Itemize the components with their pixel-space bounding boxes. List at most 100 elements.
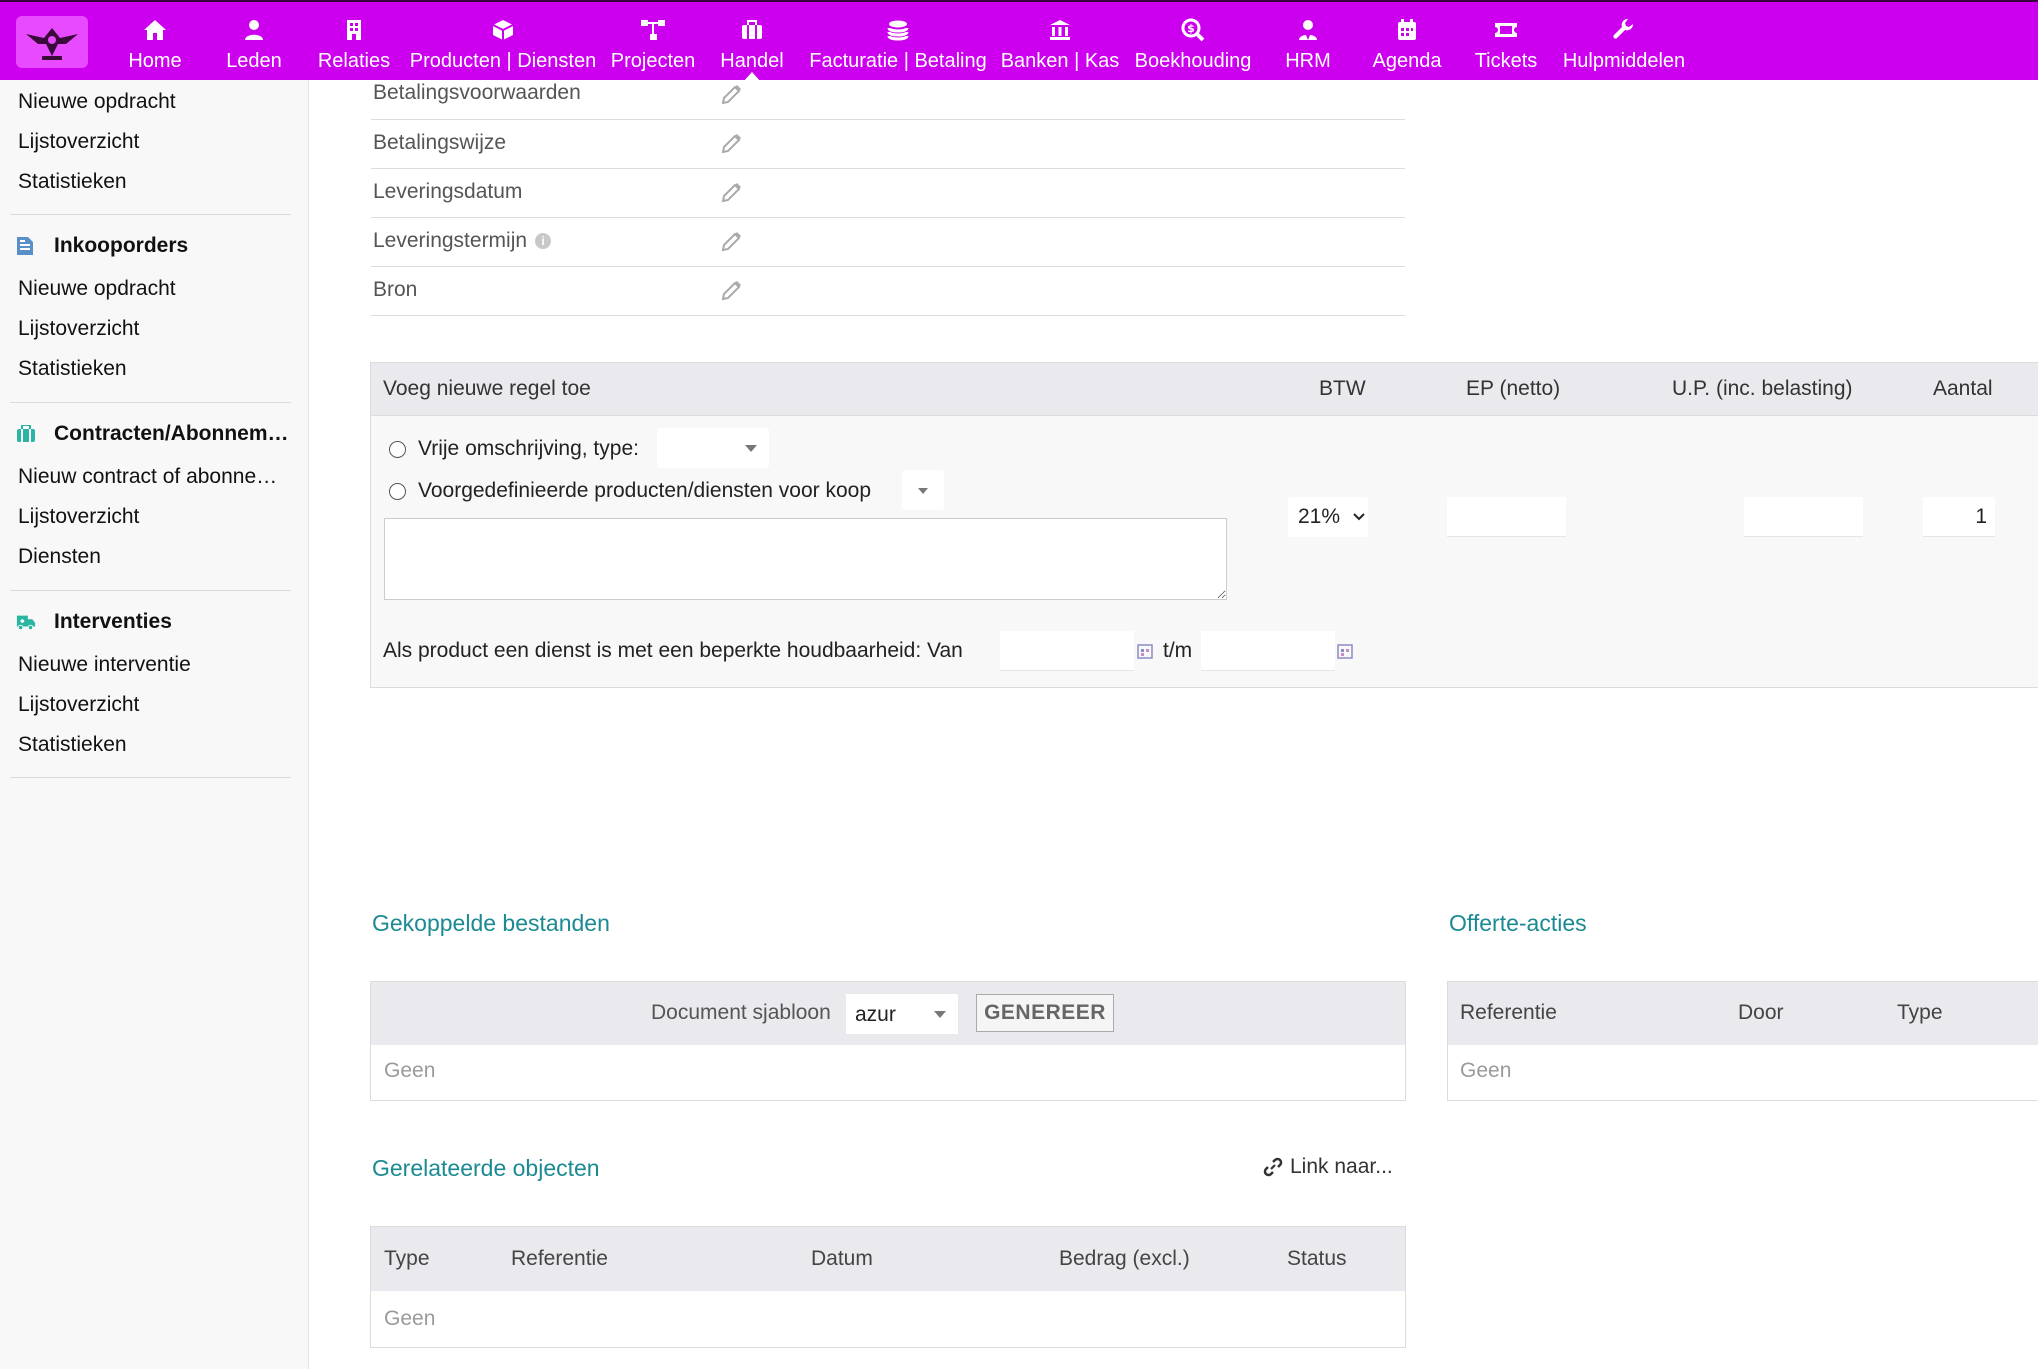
caret-down-icon xyxy=(918,488,928,494)
date-to-input[interactable] xyxy=(1201,631,1335,671)
nav-tickets[interactable]: Tickets xyxy=(1474,2,1538,80)
link-to-button[interactable]: Link naar... xyxy=(1262,1155,1393,1179)
document-icon xyxy=(16,236,36,256)
empty-state: Geen xyxy=(1460,1059,1512,1082)
sidebar-link-lijstoverzicht[interactable]: Lijstoverzicht xyxy=(18,505,290,529)
link-to-label: Link naar... xyxy=(1290,1155,1393,1178)
column-header-referentie: Referentie xyxy=(511,1247,608,1270)
eagle-logo-icon xyxy=(26,28,78,60)
product-select[interactable] xyxy=(902,470,944,510)
sidebar-link-nieuwe-opdracht[interactable]: Nieuwe opdracht xyxy=(18,277,290,301)
nav-banken-kas[interactable]: Banken | Kas xyxy=(1000,2,1120,80)
pencil-icon[interactable] xyxy=(721,132,743,159)
sidebar-link-lijstoverzicht[interactable]: Lijstoverzicht xyxy=(18,317,290,341)
nav-projecten[interactable]: Projecten xyxy=(610,2,696,80)
related-objects-header: Type Referentie Datum Bedrag (excl.) Sta… xyxy=(371,1227,1405,1291)
vat-value: 21% xyxy=(1298,505,1341,528)
template-select[interactable]: azur xyxy=(846,994,958,1034)
sidebar-section-interventies[interactable]: Interventies xyxy=(16,610,290,634)
field-row-betalingswijze: Betalingswijze xyxy=(371,120,1405,169)
calendar-icon[interactable] xyxy=(1137,643,1153,664)
generate-button[interactable]: GENEREER xyxy=(976,994,1114,1032)
calendar-icon[interactable] xyxy=(1337,643,1353,664)
field-label: Bron xyxy=(373,278,418,301)
sitemap-icon xyxy=(640,18,666,42)
briefcase-icon xyxy=(741,18,763,42)
building-icon xyxy=(345,18,363,42)
nav-leden[interactable]: Leden xyxy=(218,2,290,80)
sidebar-divider xyxy=(10,777,291,778)
period-to-label: t/m xyxy=(1163,639,1193,662)
add-line-form: Voeg nieuwe regel toe BTW EP (netto) U.P… xyxy=(370,362,2038,688)
nav-agenda[interactable]: Agenda xyxy=(1372,2,1442,80)
type-select[interactable] xyxy=(657,428,769,468)
pencil-icon[interactable] xyxy=(721,279,743,306)
sidebar-link-statistieken[interactable]: Statistieken xyxy=(18,170,290,194)
search-dollar-icon: $ xyxy=(1181,18,1205,42)
vat-select[interactable]: 21% xyxy=(1288,497,1368,537)
nav-producten-diensten[interactable]: Producten | Diensten xyxy=(410,2,596,80)
column-header-datum: Datum xyxy=(811,1247,873,1270)
quote-actions-panel: Referentie Door Type Geen xyxy=(1447,981,2038,1101)
company-logo[interactable] xyxy=(16,16,88,68)
field-label-text: Leveringstermijn xyxy=(373,229,528,252)
option-predefined-products: Voorgedefinieerde producten/diensten voo… xyxy=(389,479,871,503)
column-header-type: Type xyxy=(384,1247,430,1270)
sidebar-link-nieuwe-opdracht[interactable]: Nieuwe opdracht xyxy=(18,90,290,114)
calendar-icon xyxy=(1397,18,1417,42)
ep-netto-input[interactable] xyxy=(1447,497,1566,537)
column-header-aantal: Aantal xyxy=(1933,377,1993,400)
empty-state: Geen xyxy=(384,1059,436,1082)
related-objects-title: Gerelateerde objecten xyxy=(372,1155,600,1181)
field-row-leveringsdatum: Leveringsdatum xyxy=(371,169,1405,218)
quantity-input[interactable] xyxy=(1923,497,1995,537)
wrench-icon xyxy=(1613,18,1635,42)
nav-relaties[interactable]: Relaties xyxy=(314,2,394,80)
field-label: Leveringstermijn i xyxy=(373,229,552,253)
nav-home[interactable]: Home xyxy=(120,2,190,80)
sidebar-divider xyxy=(10,402,291,403)
up-incl-input[interactable] xyxy=(1744,497,1863,537)
ambulance-icon xyxy=(16,612,36,632)
nav-handel[interactable]: Handel xyxy=(718,2,786,82)
quote-actions-header: Referentie Door Type xyxy=(1448,982,2038,1045)
sidebar-link-diensten[interactable]: Diensten xyxy=(18,545,290,569)
info-icon[interactable]: i xyxy=(535,233,552,249)
sidebar-link-statistieken[interactable]: Statistieken xyxy=(18,733,290,757)
radio-free-description[interactable] xyxy=(389,440,406,458)
caret-down-icon xyxy=(934,1011,946,1018)
sidebar-divider xyxy=(10,590,291,591)
nav-hrm[interactable]: HRM xyxy=(1282,2,1334,80)
template-value: azur xyxy=(855,1003,896,1026)
column-header-ep: EP (netto) xyxy=(1466,377,1561,400)
pencil-icon[interactable] xyxy=(721,181,743,208)
sidebar-section-inkooporders[interactable]: Inkooporders xyxy=(16,234,290,258)
pencil-icon[interactable] xyxy=(721,83,743,110)
sidebar-link-nieuwe-interventie[interactable]: Nieuwe interventie xyxy=(18,653,290,677)
nav-facturatie-betaling[interactable]: Facturatie | Betaling xyxy=(808,2,988,80)
column-header-bedrag: Bedrag (excl.) xyxy=(1059,1247,1190,1270)
column-header-door: Door xyxy=(1738,1001,1784,1024)
field-label: Leveringsdatum xyxy=(373,180,523,203)
option-free-description: Vrije omschrijving, type: xyxy=(389,437,639,461)
option-free-label: Vrije omschrijving, type: xyxy=(418,437,639,460)
column-header-type: Type xyxy=(1897,1001,1943,1024)
date-from-input[interactable] xyxy=(1000,631,1134,671)
sidebar-link-statistieken[interactable]: Statistieken xyxy=(18,357,290,381)
linked-files-header: Document sjabloon azur GENEREER xyxy=(371,982,1405,1045)
pencil-icon[interactable] xyxy=(721,230,743,257)
period-label: Als product een dienst is met een beperk… xyxy=(383,639,963,662)
sidebar: Nieuwe opdracht Lijstoverzicht Statistie… xyxy=(0,80,309,1369)
sidebar-link-nieuw-contract[interactable]: Nieuw contract of abonnement xyxy=(18,465,290,489)
description-textarea[interactable] xyxy=(384,518,1227,600)
sidebar-section-contracten[interactable]: Contracten/Abonnementen xyxy=(16,422,290,446)
nav-hulpmiddelen[interactable]: Hulpmiddelen xyxy=(1563,2,1685,80)
nav-boekhouding[interactable]: $ Boekhouding xyxy=(1134,2,1252,80)
link-icon xyxy=(1263,1157,1283,1177)
sidebar-link-lijstoverzicht[interactable]: Lijstoverzicht xyxy=(18,130,290,154)
user-icon xyxy=(244,18,264,42)
sidebar-link-lijstoverzicht[interactable]: Lijstoverzicht xyxy=(18,693,290,717)
radio-predefined-products[interactable] xyxy=(389,482,406,500)
field-row-betalingsvoorwaarden: Betalingsvoorwaarden xyxy=(371,73,1405,120)
add-line-header: Voeg nieuwe regel toe BTW EP (netto) U.P… xyxy=(371,363,2038,416)
